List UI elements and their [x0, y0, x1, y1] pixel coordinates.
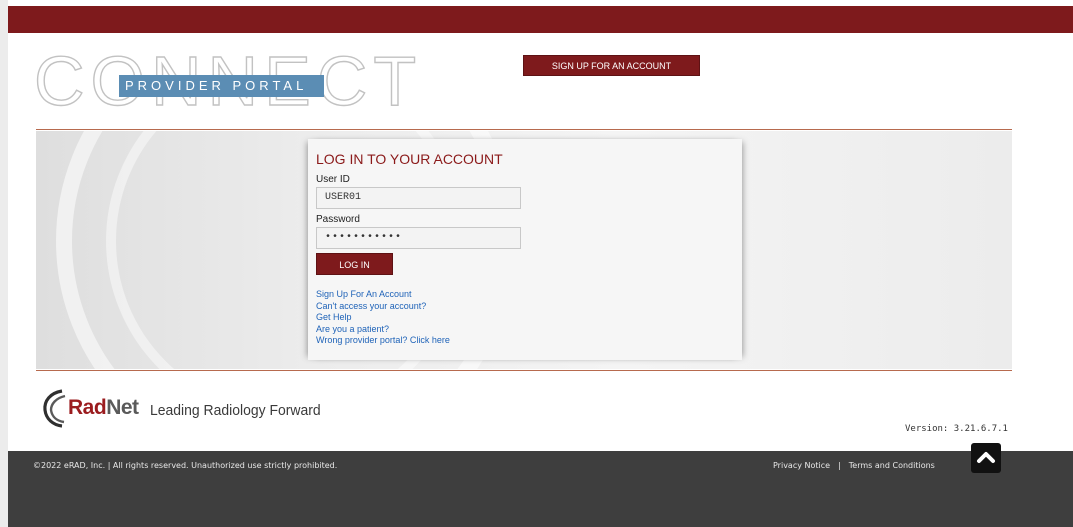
- divider-top: [36, 129, 1012, 130]
- chevron-up-icon: [977, 452, 995, 463]
- copyright-text: ©2022 eRAD, Inc. | All rights reserved. …: [33, 461, 338, 470]
- login-button[interactable]: LOG IN: [316, 253, 393, 275]
- are-you-a-patient-link[interactable]: Are you a patient?: [316, 324, 450, 336]
- logo-band-text: PROVIDER PORTAL: [119, 75, 324, 97]
- divider-bottom: [36, 370, 1012, 371]
- radnet-tagline: Leading Radiology Forward: [150, 402, 321, 419]
- signup-header-button[interactable]: SIGN UP FOR AN ACCOUNT: [523, 55, 700, 76]
- signup-link[interactable]: Sign Up For An Account: [316, 289, 450, 301]
- radnet-net-text: Net: [106, 396, 139, 419]
- password-input[interactable]: •••••••••••: [316, 227, 521, 249]
- page-frame: CONNECT PROVIDER PORTAL SIGN UP FOR AN A…: [8, 0, 1073, 527]
- terms-and-conditions-link[interactable]: Terms and Conditions: [849, 461, 935, 470]
- cant-access-account-link[interactable]: Can't access your account?: [316, 301, 450, 313]
- footer-links: Privacy Notice | Terms and Conditions: [773, 461, 935, 470]
- footer: ©2022 eRAD, Inc. | All rights reserved. …: [8, 443, 1073, 527]
- connect-provider-portal-logo: CONNECT PROVIDER PORTAL: [33, 45, 417, 116]
- version-text: Version: 3.21.6.7.1: [905, 424, 1008, 434]
- wrong-portal-link[interactable]: Wrong provider portal? Click here: [316, 335, 450, 347]
- scroll-to-top-button[interactable]: [971, 443, 1001, 473]
- radnet-wordmark: RadNet: [68, 396, 139, 420]
- radnet-logo: RadNet Leading Radiology Forward: [42, 386, 342, 431]
- login-title: LOG IN TO YOUR ACCOUNT: [316, 151, 503, 167]
- top-accent-bar: [8, 6, 1073, 33]
- password-label: Password: [316, 214, 360, 225]
- login-links: Sign Up For An Account Can't access your…: [316, 289, 450, 347]
- get-help-link[interactable]: Get Help: [316, 312, 450, 324]
- userid-label: User ID: [316, 174, 350, 185]
- radnet-rad-text: Rad: [68, 396, 107, 419]
- userid-input[interactable]: USER01: [316, 187, 521, 209]
- privacy-notice-link[interactable]: Privacy Notice: [773, 461, 830, 470]
- login-card: LOG IN TO YOUR ACCOUNT User ID USER01 Pa…: [308, 139, 742, 360]
- footer-separator: |: [838, 461, 841, 470]
